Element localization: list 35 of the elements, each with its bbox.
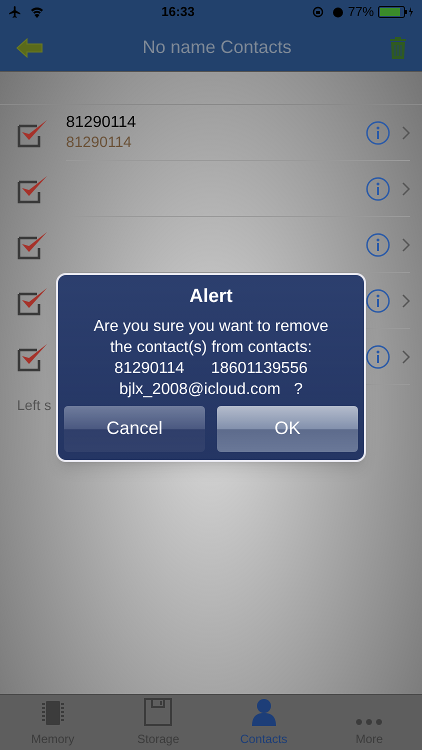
wifi-icon (30, 6, 44, 18)
checked-checkbox-icon[interactable] (17, 174, 49, 204)
info-icon[interactable] (366, 344, 390, 368)
status-time: 16:33 (160, 3, 196, 22)
chevron-icon[interactable] (402, 238, 410, 252)
ok-button[interactable]: OK (217, 406, 358, 452)
contact-number: 81290114 (66, 132, 133, 152)
alert-message: Are you sure you want to remove the contact(s) from contacts: 81290114 18601139556 bjlx_2008@icloud.com ? (94, 316, 328, 400)
info-icon[interactable] (366, 232, 390, 256)
info-icon[interactable] (366, 176, 390, 200)
checked-checkbox-icon[interactable] (17, 286, 49, 316)
contact-name: 81290114 (66, 112, 137, 132)
trash-icon[interactable] (390, 36, 406, 58)
info-icon[interactable] (366, 288, 390, 312)
chevron-icon[interactable] (402, 126, 410, 140)
alert-title: Alert (189, 285, 233, 309)
chip-icon (42, 700, 64, 726)
airplane-icon (8, 5, 22, 19)
battery-percent: 77% (348, 3, 374, 22)
info-icon[interactable] (366, 120, 390, 144)
chevron-icon[interactable] (402, 294, 410, 308)
nav-title: No name Contacts (141, 36, 293, 59)
battery-icon (378, 6, 414, 18)
checked-checkbox-icon[interactable] (17, 118, 49, 148)
checked-checkbox-icon[interactable] (17, 342, 49, 372)
chevron-icon[interactable] (402, 182, 410, 196)
footer-hint: Left s (17, 396, 52, 415)
cancel-button[interactable]: Cancel (64, 406, 205, 452)
checked-checkbox-icon[interactable] (17, 230, 49, 260)
back-arrow-icon[interactable] (16, 38, 44, 58)
rotation-lock-icon (312, 6, 324, 18)
chevron-icon[interactable] (402, 350, 410, 364)
more-icon (355, 718, 384, 726)
tab[interactable]: Contacts (211, 695, 316, 750)
person-icon (250, 698, 277, 726)
